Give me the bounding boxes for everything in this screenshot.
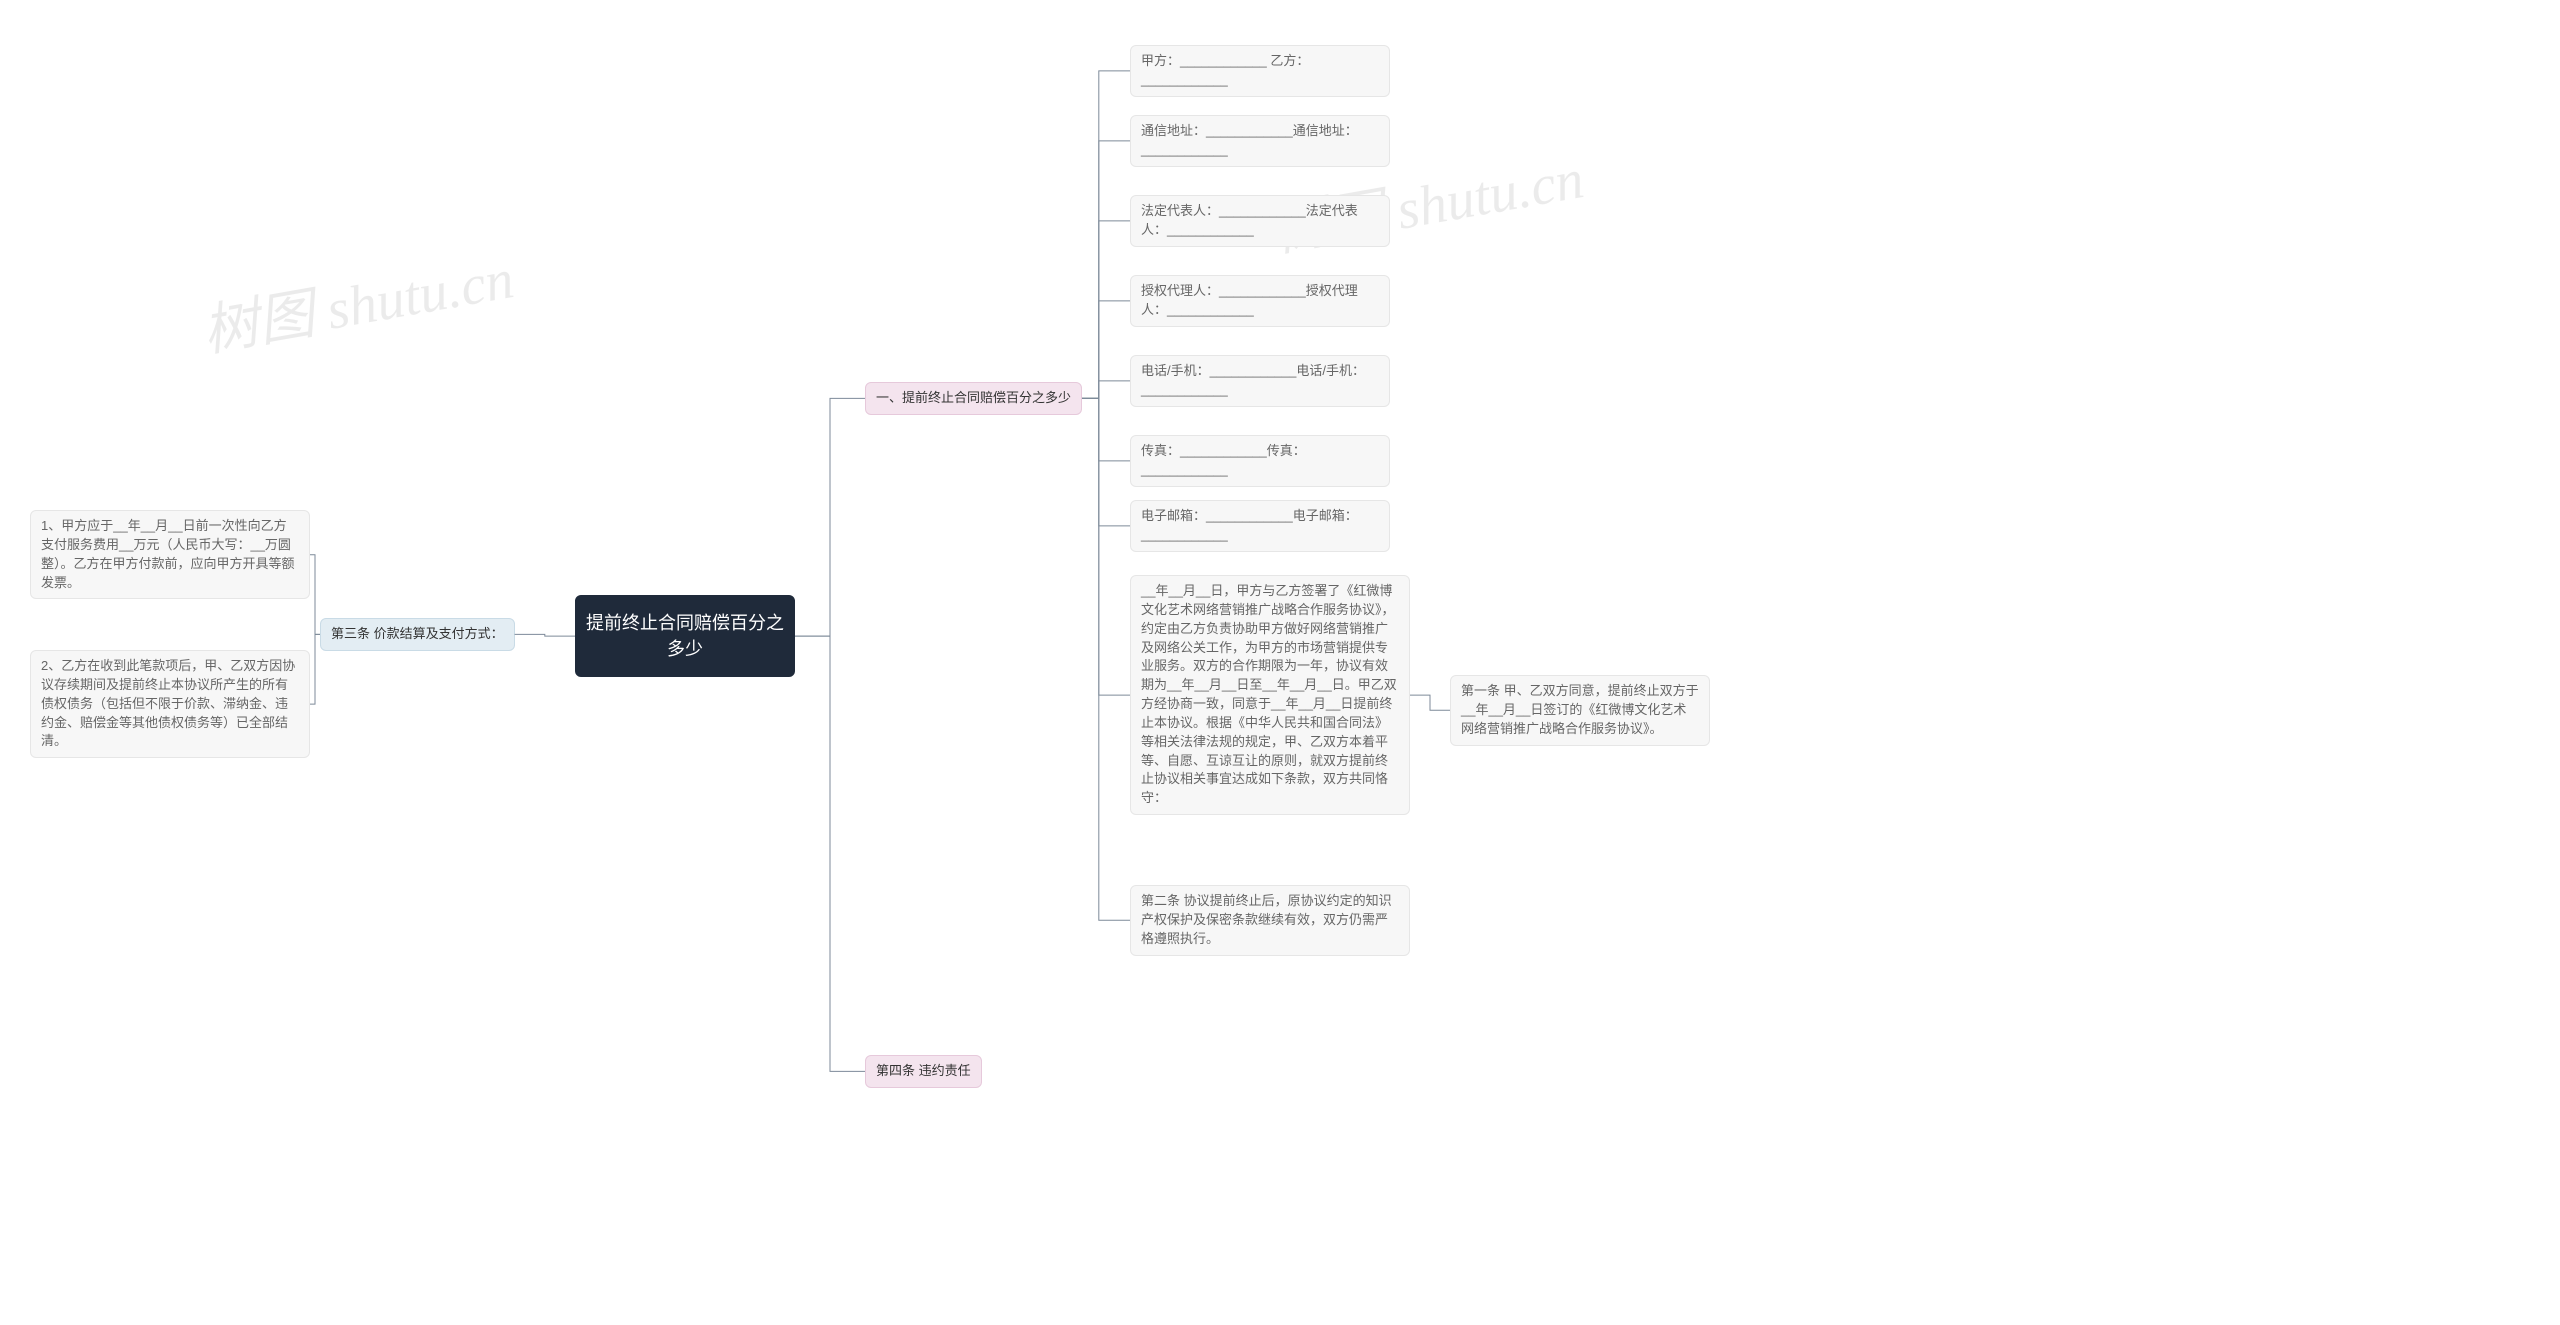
leaf-email: 电子邮箱：____________电子邮箱：____________ [1130,500,1390,552]
leaf-article-3-item-1: 1、甲方应于__年__月__日前一次性向乙方支付服务费用__万元（人民币大写：_… [30,510,310,599]
root-node: 提前终止合同赔偿百分之多少 [575,595,795,677]
leaf-legal-rep: 法定代表人：____________法定代表人：____________ [1130,195,1390,247]
branch-section-1: 一、提前终止合同赔偿百分之多少 [865,382,1082,415]
branch-article-4: 第四条 违约责任 [865,1055,982,1088]
leaf-fax: 传真：____________传真：____________ [1130,435,1390,487]
branch-article-3: 第三条 价款结算及支付方式： [320,618,515,651]
leaf-article-1: 第一条 甲、乙双方同意，提前终止双方于__年__月__日签订的《红微博文化艺术网… [1450,675,1710,746]
leaf-phone: 电话/手机：____________电话/手机：____________ [1130,355,1390,407]
leaf-preamble: __年__月__日，甲方与乙方签署了《红微博文化艺术网络营销推广战略合作服务协议… [1130,575,1410,815]
watermark: 树图 shutu.cn [195,233,519,367]
leaf-party-a-b: 甲方：____________ 乙方：____________ [1130,45,1390,97]
leaf-address: 通信地址：____________通信地址：____________ [1130,115,1390,167]
leaf-article-2: 第二条 协议提前终止后，原协议约定的知识产权保护及保密条款继续有效，双方仍需严格… [1130,885,1410,956]
leaf-agent: 授权代理人：____________授权代理人：____________ [1130,275,1390,327]
leaf-article-3-item-2: 2、乙方在收到此笔款项后，甲、乙双方因协议存续期间及提前终止本协议所产生的所有债… [30,650,310,758]
